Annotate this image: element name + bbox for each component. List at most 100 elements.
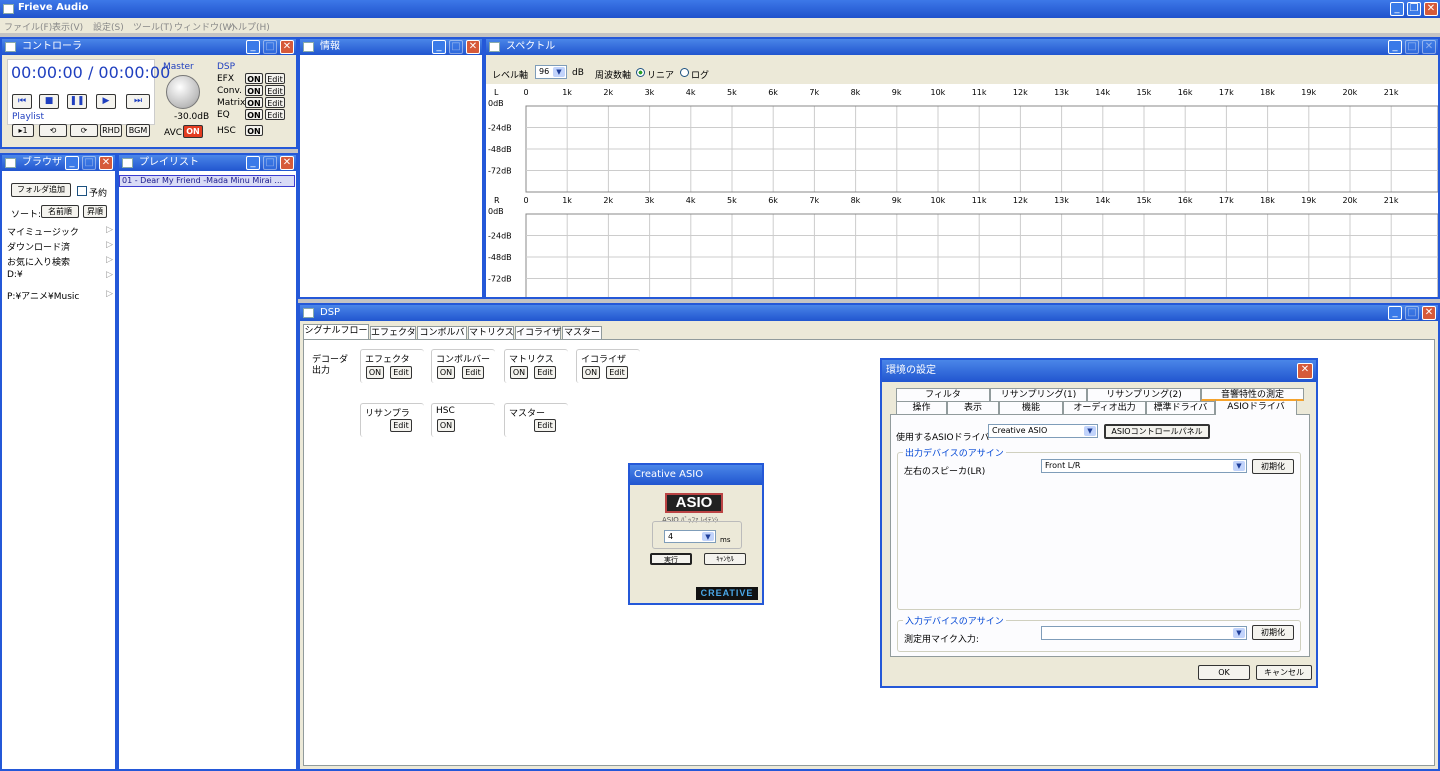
play-button[interactable]: ▶ (96, 94, 116, 109)
tab-audio-output[interactable]: オーディオ出力 (1063, 401, 1146, 414)
maximize-icon[interactable]: □ (82, 156, 96, 170)
close-icon[interactable]: ✕ (280, 156, 294, 170)
conv-on-toggle[interactable]: ON (245, 85, 263, 96)
speaker-select[interactable]: Front L/R ▼ (1041, 459, 1247, 473)
conv-edit-button[interactable]: Edit (265, 85, 285, 96)
minimize-icon[interactable]: _ (246, 156, 260, 170)
maximize-icon[interactable]: □ (1405, 40, 1419, 54)
matrix-edit-button[interactable]: Edit (265, 97, 285, 108)
effector-edit-button[interactable]: Edit (390, 366, 412, 379)
tree-item[interactable]: D:¥ ▷ (7, 270, 115, 280)
asio-cancel-button[interactable]: ｷｬﾝｾﾙ (704, 553, 746, 565)
window-icon (122, 158, 133, 168)
effector-on-button[interactable]: ON (366, 366, 384, 379)
tab-resampling-2[interactable]: リサンプリング(2) (1087, 388, 1201, 401)
tab-master[interactable]: マスター (562, 326, 602, 339)
eq-on-toggle[interactable]: ON (245, 109, 263, 120)
asio-control-panel-button[interactable]: ASIOコントロールパネル (1104, 424, 1210, 439)
next-button[interactable]: ⏭ (126, 94, 150, 109)
play-one-button[interactable]: ▸1 (12, 124, 34, 137)
tab-asio-driver[interactable]: ASIOドライバ (1215, 399, 1297, 415)
tab-equalizer[interactable]: イコライザ (515, 326, 561, 339)
minimize-icon[interactable]: _ (246, 40, 260, 54)
sort-name-button[interactable]: 名前順 (41, 205, 79, 218)
efx-on-toggle[interactable]: ON (245, 73, 263, 84)
rhd-button[interactable]: RHD (100, 124, 122, 137)
level-axis-select[interactable]: 96 ▼ (535, 65, 567, 79)
resampler-edit-button[interactable]: Edit (390, 419, 412, 432)
menu-tools[interactable]: ツール(T) (133, 20, 173, 33)
close-icon[interactable]: ✕ (466, 40, 480, 54)
bgm-button[interactable]: BGM (126, 124, 150, 137)
tab-effector[interactable]: エフェクタ (370, 326, 416, 339)
pause-button[interactable]: ❚❚ (67, 94, 87, 109)
mic-init-button[interactable]: 初期化 (1252, 625, 1294, 640)
equalizer-on-button[interactable]: ON (582, 366, 600, 379)
tab-convolver[interactable]: コンボルバ (417, 326, 467, 339)
maximize-icon[interactable]: □ (263, 156, 277, 170)
linear-radio[interactable] (636, 68, 645, 77)
convolver-on-button[interactable]: ON (437, 366, 455, 379)
log-radio[interactable] (680, 68, 689, 77)
avc-toggle[interactable]: ON (183, 125, 203, 138)
maximize-icon[interactable]: □ (1405, 306, 1419, 320)
menu-settings[interactable]: 設定(S) (93, 20, 124, 33)
minimize-icon[interactable]: _ (1388, 40, 1402, 54)
tab-matrix[interactable]: マトリクス (468, 326, 514, 339)
add-folder-button[interactable]: フォルダ追加 (11, 183, 71, 197)
close-icon[interactable]: ✕ (1424, 2, 1438, 16)
close-icon[interactable]: ✕ (1297, 363, 1313, 379)
buffer-select[interactable]: 4 ▼ (664, 530, 716, 543)
minimize-icon[interactable]: _ (1388, 306, 1402, 320)
mic-select[interactable]: ▼ (1041, 626, 1247, 640)
menu-help[interactable]: ヘルプ(H) (229, 20, 270, 33)
tree-item[interactable]: マイミュージック ▷ (7, 225, 115, 238)
minimize-icon[interactable]: _ (65, 156, 79, 170)
shuffle-button[interactable]: ⟳ (70, 124, 98, 137)
minimize-icon[interactable]: _ (1390, 2, 1404, 16)
efx-edit-button[interactable]: Edit (265, 73, 285, 84)
convolver-edit-button[interactable]: Edit (462, 366, 484, 379)
master-edit-button[interactable]: Edit (534, 419, 556, 432)
master-volume-knob[interactable] (166, 75, 200, 109)
tab-signal-flow[interactable]: シグナルフロー (303, 324, 369, 339)
menu-file[interactable]: ファイル(F) (4, 20, 52, 33)
equalizer-edit-button[interactable]: Edit (606, 366, 628, 379)
tab-filter[interactable]: フィルタ (896, 388, 990, 401)
playlist-item[interactable]: 01 - Dear My Friend -Mada Minu Mirai ... (119, 175, 295, 187)
maximize-icon[interactable]: □ (263, 40, 277, 54)
eq-edit-button[interactable]: Edit (265, 109, 285, 120)
repeat-button[interactable]: ⟲ (39, 124, 67, 137)
stop-button[interactable]: ■ (39, 94, 59, 109)
menu-view[interactable]: 表示(V) (52, 20, 83, 33)
ok-button[interactable]: OK (1198, 665, 1250, 680)
maximize-icon[interactable]: □ (449, 40, 463, 54)
matrix-edit-button[interactable]: Edit (534, 366, 556, 379)
reserve-checkbox[interactable] (77, 186, 87, 196)
speaker-init-button[interactable]: 初期化 (1252, 459, 1294, 474)
close-icon[interactable]: ✕ (1422, 306, 1436, 320)
matrix-on-button[interactable]: ON (510, 366, 528, 379)
close-icon[interactable]: ✕ (99, 156, 113, 170)
tab-function[interactable]: 機能 (999, 401, 1063, 414)
minimize-icon[interactable]: _ (432, 40, 446, 54)
asio-run-button[interactable]: 実行 (650, 553, 692, 565)
tree-item[interactable]: P:¥アニメ¥Music ▷ (7, 289, 115, 302)
asio-driver-select[interactable]: Creative ASIO ▼ (988, 424, 1098, 438)
tree-item[interactable]: お気に入り検索 ▷ (7, 255, 115, 268)
cancel-button[interactable]: キャンセル (1256, 665, 1312, 680)
sort-asc-button[interactable]: 昇順 (83, 205, 107, 218)
tab-display[interactable]: 表示 (947, 401, 999, 414)
previous-button[interactable]: ⏮ (12, 94, 32, 109)
hsc-on-toggle[interactable]: ON (245, 125, 263, 136)
tab-standard-driver[interactable]: 標準ドライバ (1146, 401, 1215, 414)
close-icon[interactable]: ✕ (280, 40, 294, 54)
matrix-on-toggle[interactable]: ON (245, 97, 263, 108)
tree-item[interactable]: ダウンロード済 ▷ (7, 240, 115, 253)
tab-operation[interactable]: 操作 (896, 401, 947, 414)
hsc-on-button[interactable]: ON (437, 419, 455, 432)
close-icon[interactable]: ✕ (1422, 40, 1436, 54)
menu-window[interactable]: ウィンドウ(W) (174, 20, 235, 33)
tab-resampling-1[interactable]: リサンプリング(1) (990, 388, 1087, 401)
restore-icon[interactable]: ❐ (1407, 2, 1421, 16)
